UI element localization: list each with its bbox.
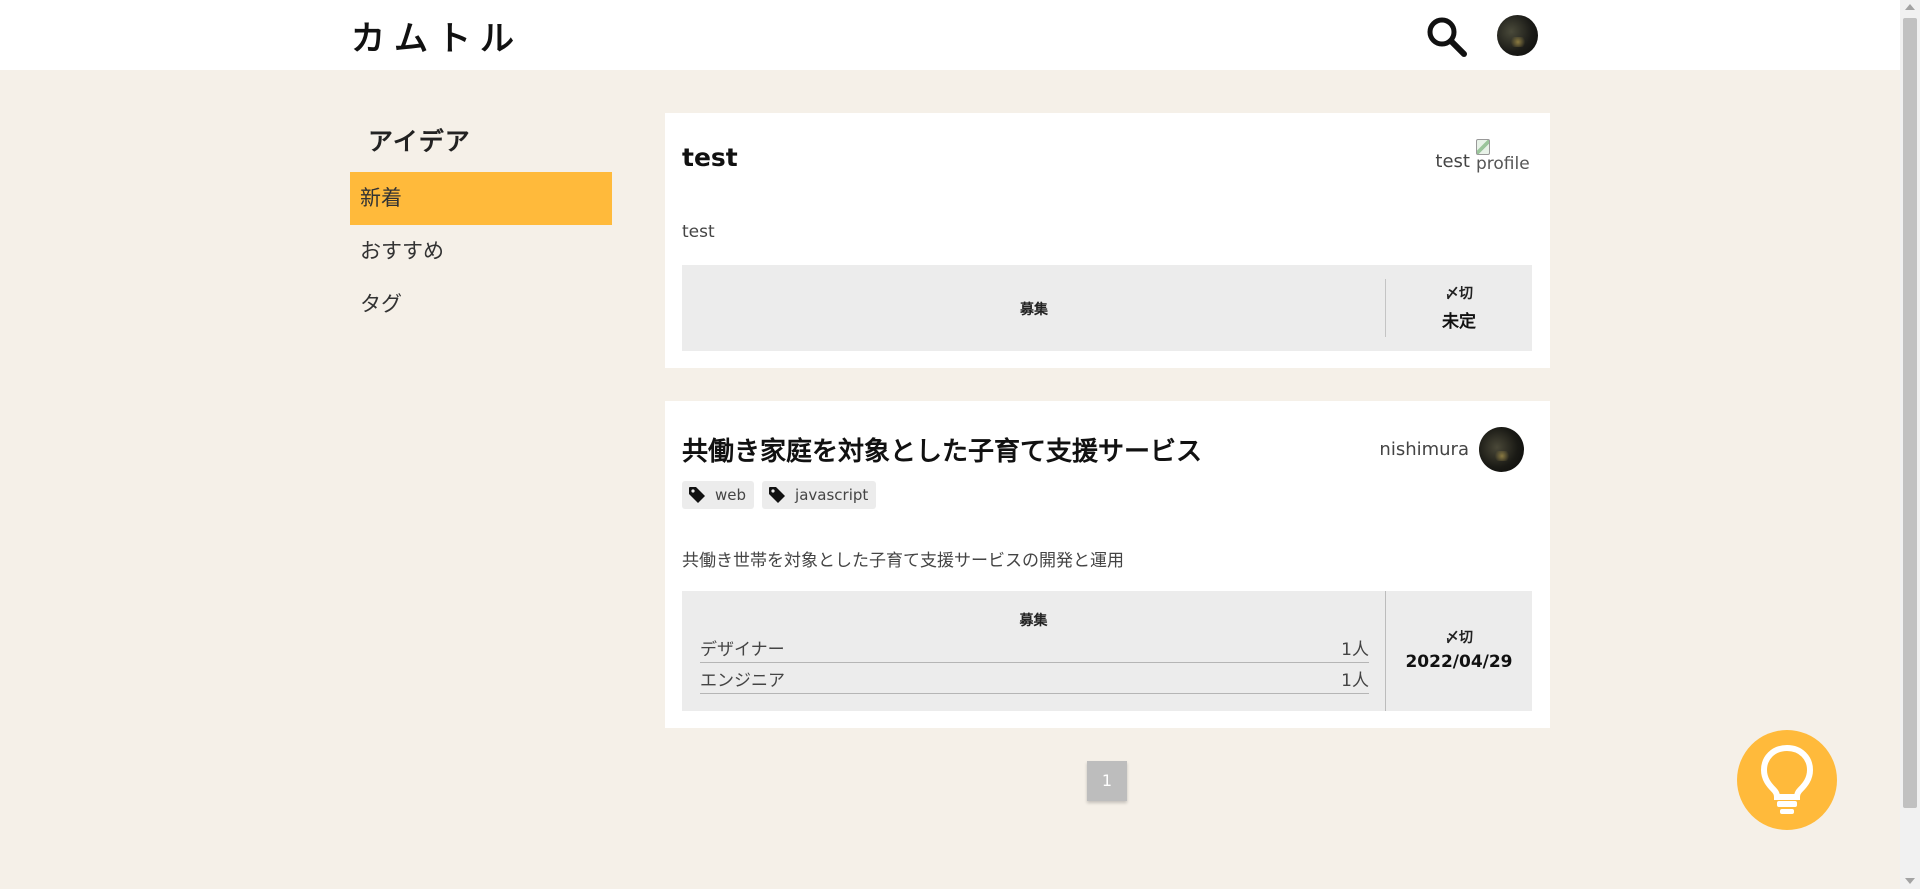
role-row: エンジニア 1人 [700,663,1369,694]
lightbulb-icon [1760,744,1814,814]
user-avatar[interactable] [1497,15,1538,56]
post-card[interactable]: 共働き家庭を対象とした子育て支援サービス nishimura web javas… [665,401,1550,728]
sidebar-title: アイデア [368,127,471,156]
deadline-label: 〆切 [1445,286,1473,302]
role-count: 1人 [1341,639,1369,660]
tag-label: javascript [795,486,869,504]
recruit-section: 募集 [682,265,1386,351]
recruit-label: 募集 [1020,302,1048,318]
role-count: 1人 [1341,670,1369,691]
tag-chip[interactable]: web [682,481,755,509]
sidebar-item-tags[interactable]: タグ [350,278,612,331]
broken-image-icon [1476,139,1490,155]
scroll-up-arrow-icon[interactable] [1905,4,1915,10]
tag-label: web [715,486,747,504]
tag-icon [689,487,705,503]
role-row: デザイナー 1人 [700,632,1369,663]
post-title[interactable]: 共働き家庭を対象とした子育て支援サービス [682,431,1202,468]
recruit-section: 募集 デザイナー 1人 エンジニア 1人 [682,591,1386,711]
role-name: エンジニア [700,670,785,691]
pagination-page-button[interactable]: 1 [1087,761,1127,801]
deadline-label: 〆切 [1445,630,1473,646]
scrollbar-thumb[interactable] [1903,18,1917,808]
sidebar: アイデア 新着 おすすめ タグ [350,118,612,331]
recruit-info-box: 募集 〆切 未定 [682,265,1532,351]
tag-chip[interactable]: javascript [762,481,877,509]
search-icon [1427,17,1467,57]
recruit-label: 募集 [1019,613,1048,629]
deadline-value: 未定 [1442,312,1476,332]
author-avatar-broken-image[interactable]: profile [1476,139,1530,183]
author-name[interactable]: nishimura [1379,439,1469,460]
sidebar-item-recommended[interactable]: おすすめ [350,225,612,278]
author-name[interactable]: test [1435,151,1470,172]
tag-icon [769,487,786,503]
search-button[interactable] [1424,14,1468,58]
author-avatar[interactable] [1479,427,1524,472]
recruit-info-box: 募集 デザイナー 1人 エンジニア 1人 〆切 2022/04/29 [682,591,1532,711]
post-title[interactable]: test [682,143,738,172]
sidebar-item-new[interactable]: 新着 [350,172,612,225]
deadline-section: 〆切 2022/04/29 [1386,591,1532,711]
deadline-value: 2022/04/29 [1405,652,1513,672]
site-logo[interactable]: カムトル [351,11,523,60]
site-header: カムトル [0,0,1900,70]
tag-list: web javascript [682,481,877,509]
post-description: test [682,222,715,242]
new-idea-button[interactable] [1737,730,1837,830]
role-name: デザイナー [700,639,785,660]
post-description: 共働き世帯を対象とした子育て支援サービスの開発と運用 [682,551,1124,571]
deadline-section: 〆切 未定 [1386,265,1532,351]
post-card[interactable]: test test profile test 募集 〆切 未定 [665,113,1550,368]
author-image-alt-text: profile [1476,154,1530,174]
scroll-down-arrow-icon[interactable] [1905,878,1915,884]
